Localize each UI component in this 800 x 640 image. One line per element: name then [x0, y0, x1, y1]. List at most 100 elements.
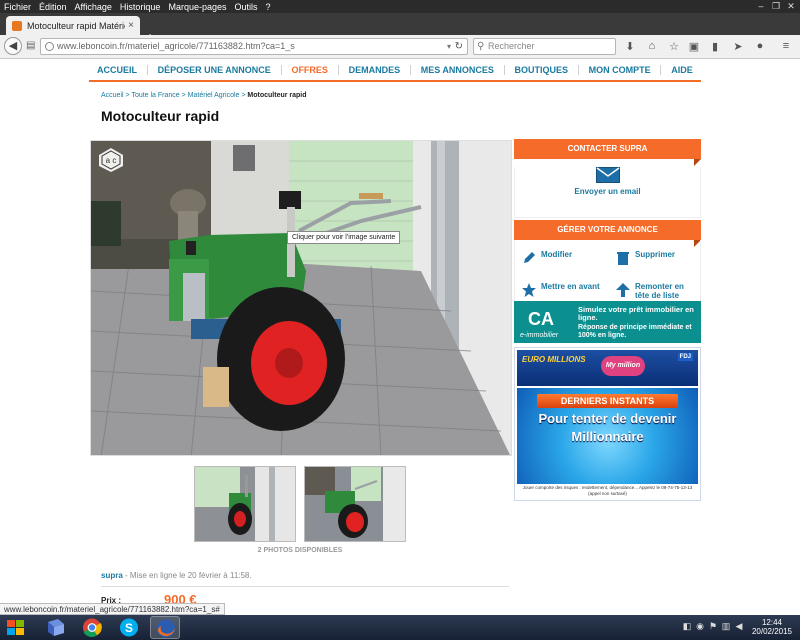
tray-volume-icon[interactable]: ◀ — [734, 621, 744, 631]
modify-action[interactable]: Modifier — [521, 250, 572, 266]
menu-bookmarks[interactable]: Marque-pages — [164, 2, 230, 12]
posted-date: - Mise en ligne le 20 février à 11:58. — [122, 571, 252, 580]
search-placeholder: Rechercher — [488, 41, 535, 51]
svg-text:S: S — [125, 621, 133, 635]
tiller-photo — [91, 141, 511, 455]
bump-label: Remonter en tête de liste — [635, 282, 684, 300]
menu-file[interactable]: Fichier — [0, 2, 35, 12]
seller-name[interactable]: supra — [101, 571, 123, 580]
photos-count: 2 PHOTOS DISPONIBLES — [257, 547, 343, 554]
manage-header: GÉRER VOTRE ANNONCE — [514, 220, 701, 247]
contact-title: CONTACTER SUPRA — [567, 144, 648, 153]
my-million-logo: My million — [601, 356, 645, 376]
breadcrumb-current: Motoculteur rapid — [247, 92, 307, 99]
delete-action[interactable]: Supprimer — [615, 250, 675, 266]
tray-flag-icon[interactable]: ⚑ — [708, 621, 718, 631]
menu-history[interactable]: Historique — [116, 2, 165, 12]
windows-start-icon[interactable] — [4, 617, 28, 639]
breadcrumb-category[interactable]: Matériel Agricole — [188, 92, 240, 99]
taskbar-chrome-icon[interactable] — [77, 616, 107, 639]
taskbar-skype-icon[interactable]: S — [114, 616, 144, 639]
breadcrumb: Accueil > Toute la France > Matériel Agr… — [101, 92, 307, 99]
download-icon[interactable]: ⬇ — [623, 40, 637, 53]
breadcrumb-region[interactable]: Toute la France — [131, 92, 179, 99]
feature-action[interactable]: Mettre en avant — [521, 282, 601, 298]
bookmarks-list-icon[interactable]: ▣ — [687, 40, 701, 53]
site-nav: ACCUEIL DÉPOSER UNE ANNONCE OFFRES DEMAN… — [89, 60, 701, 82]
ca-line-2: Réponse de principe immédiate et 100% en… — [578, 324, 692, 339]
back-button[interactable]: ◀ — [4, 37, 22, 55]
hamburger-menu-icon[interactable]: ≡ — [779, 40, 793, 52]
window-controls: – ❐ ✕ — [756, 1, 796, 11]
thumbnail-strip — [194, 466, 406, 542]
nav-boutiques[interactable]: BOUTIQUES — [507, 65, 577, 75]
url-dropdown-icon[interactable]: ▾ — [447, 39, 451, 54]
menu-bar: Fichier Édition Affichage Historique Mar… — [0, 0, 800, 13]
url-text: www.leboncoin.fr/materiel_agricole/77116… — [57, 41, 295, 51]
send-icon[interactable]: ➤ — [731, 40, 745, 53]
windows-taskbar: S ◧ ◉ ⚑ ▥ ◀ 12:44 20/02/2015 — [0, 615, 800, 640]
close-window-icon[interactable]: ✕ — [786, 1, 796, 11]
identity-icon[interactable]: ▤ — [26, 40, 35, 51]
send-email-link[interactable]: Envoyer un email — [574, 187, 640, 196]
menu-edit[interactable]: Édition — [35, 2, 71, 12]
home-icon[interactable]: ⌂ — [645, 40, 659, 52]
chat-icon[interactable]: ● — [753, 40, 767, 52]
svg-text:CA: CA — [528, 309, 554, 329]
thumbnail-2[interactable] — [304, 466, 406, 542]
menu-view[interactable]: Affichage — [71, 2, 116, 12]
nav-mes-annonces[interactable]: MES ANNONCES — [413, 65, 502, 75]
tray-network-icon[interactable]: ▥ — [721, 621, 731, 631]
star-icon — [522, 283, 536, 297]
em-top-banner: EURO MILLIONS My million FDJ — [517, 350, 698, 386]
content-wrapper: ACCUEIL DÉPOSER UNE ANNONCE OFFRES DEMAN… — [89, 60, 701, 615]
tray-chat-icon[interactable]: ◉ — [695, 621, 705, 631]
nav-aide[interactable]: AIDE — [663, 65, 701, 75]
clock[interactable]: 12:44 20/02/2015 — [748, 618, 796, 636]
credit-agricole-ad[interactable]: CA e-immobilier Simulez votre prêt immob… — [514, 301, 701, 343]
reload-icon[interactable]: ↻ — [455, 39, 463, 54]
search-input[interactable]: ⚲ Rechercher — [473, 38, 616, 55]
nav-offres[interactable]: OFFRES — [283, 65, 336, 75]
main-photo[interactable]: a c Cliquer pour voir l'image suivante — [90, 140, 512, 456]
restore-icon[interactable]: ❐ — [771, 1, 781, 11]
bookmark-star-icon[interactable]: ☆ — [667, 40, 681, 53]
thumbnail-1[interactable] — [194, 466, 296, 542]
svg-text:e-immobilier: e-immobilier — [520, 332, 559, 339]
tab-title: Motoculteur rapid Matériel... — [27, 20, 125, 31]
menu-help[interactable]: ? — [262, 2, 275, 12]
web-page: ACCUEIL DÉPOSER UNE ANNONCE OFFRES DEMAN… — [0, 60, 800, 615]
envelope-icon[interactable] — [595, 167, 620, 183]
manage-title: GÉRER VOTRE ANNONCE — [557, 225, 658, 234]
pencil-icon — [524, 252, 535, 263]
minimize-icon[interactable]: – — [756, 1, 766, 11]
tray-app-icon[interactable]: ◧ — [682, 621, 692, 631]
nav-deposer-annonce[interactable]: DÉPOSER UNE ANNONCE — [150, 65, 279, 75]
pocket-icon[interactable]: ▮ — [708, 40, 722, 53]
trash-icon — [617, 252, 629, 265]
euromillions-ad[interactable]: EURO MILLIONS My million FDJ DERNIERS IN… — [514, 347, 701, 501]
seller-info: supra - Mise en ligne le 20 février à 11… — [101, 571, 252, 580]
nav-separator — [337, 65, 339, 75]
breadcrumb-home[interactable]: Accueil — [101, 92, 124, 99]
em-main-visual: DERNIERS INSTANTS Pour tenter de devenir… — [517, 388, 698, 484]
taskbar-app-cube[interactable] — [40, 616, 70, 639]
nav-accueil[interactable]: ACCUEIL — [89, 65, 145, 75]
tab-close-icon[interactable]: × — [128, 20, 134, 31]
tab-strip: Motoculteur rapid Matériel... × + — [0, 13, 800, 45]
nav-separator — [280, 65, 282, 75]
nav-separator — [146, 65, 148, 75]
nav-separator — [660, 65, 662, 75]
feature-label: Mettre en avant — [541, 282, 600, 291]
url-bar[interactable]: www.leboncoin.fr/materiel_agricole/77116… — [40, 38, 468, 55]
bump-action[interactable]: Remonter en tête de liste — [615, 282, 699, 300]
tab-active[interactable]: Motoculteur rapid Matériel... × — [6, 16, 140, 35]
nav-mon-compte[interactable]: MON COMPTE — [581, 65, 659, 75]
menu-tools[interactable]: Outils — [231, 2, 262, 12]
arrow-up-icon — [616, 283, 630, 297]
nav-demandes[interactable]: DEMANDES — [341, 65, 409, 75]
taskbar-firefox-icon[interactable] — [150, 616, 180, 639]
svg-text:a c: a c — [106, 156, 117, 165]
gallery-icon: a c — [99, 148, 123, 172]
next-image-tooltip: Cliquer pour voir l'image suivante — [287, 231, 401, 244]
